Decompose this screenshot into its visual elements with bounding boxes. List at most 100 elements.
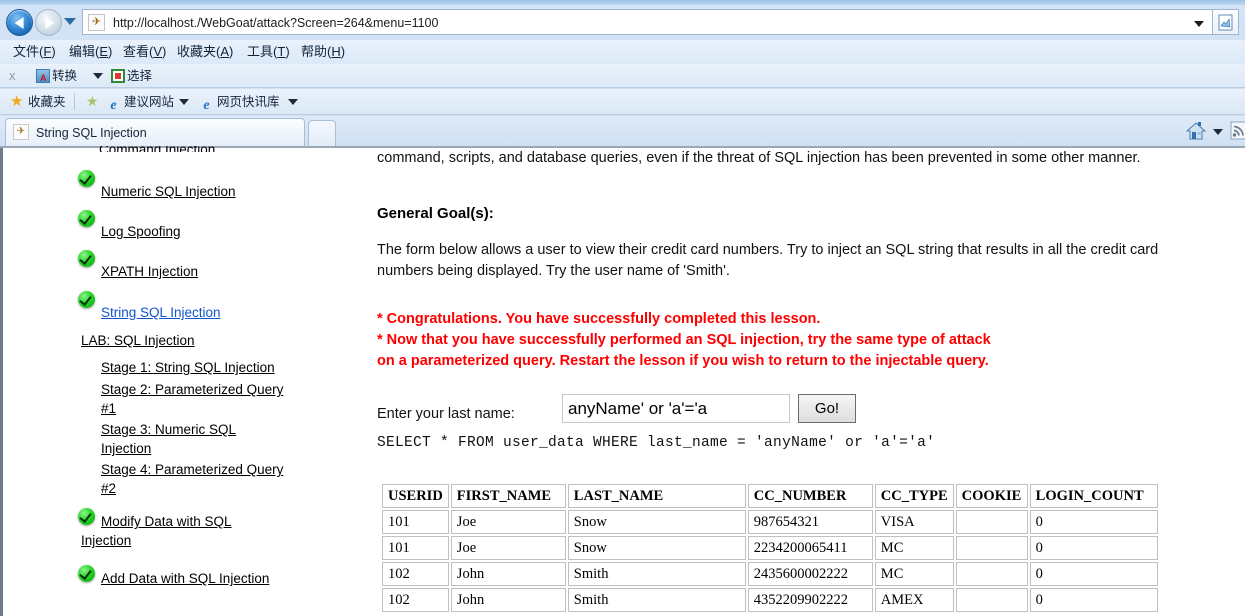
home-dropdown-caret-icon[interactable] [1213,129,1223,135]
address-bar-url[interactable]: http://localhost./WebGoat/attack?Screen=… [113,14,1172,32]
completed-check-icon-numeric-sql [78,170,95,187]
sidebar-item-log-spoofing[interactable]: Log Spoofing [101,222,181,241]
next-step-message-line2: on a parameterized query. Restart the le… [377,353,989,369]
last-name-input[interactable] [562,394,790,423]
menu-bar: 文件(F) 编辑(E) 查看(V) 收藏夹(A) 工具(T) 帮助(H) [0,40,1245,64]
add-to-favorites-icon[interactable]: ★ [86,94,99,109]
cell-first-name: John [450,588,566,612]
cell-userid: 101 [382,536,449,560]
browser-chrome: ✈ http://localhost./WebGoat/attack?Scree… [0,0,1245,146]
tab-string-sql-injection[interactable]: ✈ String SQL Injection [5,118,305,146]
cell-userid: 102 [382,562,449,586]
refresh-page-glyph [1218,14,1233,30]
lesson-intro-text: command, scripts, and database queries, … [377,150,1141,166]
address-bar[interactable]: ✈ http://localhost./WebGoat/attack?Scree… [82,9,1212,35]
column-header-cookie: COOKIE [955,484,1028,508]
cell-cc-number: 4352209902222 [747,588,873,612]
sidebar-item-command-injection[interactable]: Command Injection [99,146,233,152]
column-header-userid: USERID [382,484,449,508]
sidebar-item-xpath-injection[interactable]: XPATH Injection [101,262,198,281]
lesson-content: command, scripts, and database queries, … [372,148,1245,616]
favorites-item-web-slice-gallery[interactable]: e 网页快讯库 [199,93,279,113]
close-toolbar-button[interactable]: x [9,68,16,84]
completed-check-icon-string-sql [78,291,95,308]
cell-cc-type: MC [874,536,954,560]
web-slice-caret-icon[interactable] [288,99,298,105]
select-button[interactable]: 选择 [111,67,152,85]
sidebar-item-add-data-with-sql-injection[interactable]: Add Data with SQL Injection [81,569,279,588]
sidebar-item-numeric-sql-injection[interactable]: Numeric SQL Injection [101,182,236,201]
pdf-convert-icon [36,69,50,87]
url-dropdown-caret-icon[interactable] [1194,21,1204,27]
suggested-sites-caret-icon[interactable] [179,99,189,105]
sidebar-item-lab-sql-injection[interactable]: LAB: SQL Injection [81,331,195,350]
cell-last-name: Snow [567,536,746,560]
go-button[interactable]: Go! [798,394,856,423]
menu-item-file[interactable]: 文件(F) [10,43,59,61]
cell-cookie [955,562,1028,586]
cell-first-name: Joe [450,536,566,560]
select-grid-icon [111,69,125,83]
sidebar-item-modify-data-with-sql-injection[interactable]: Modify Data with SQL Injection [81,512,279,550]
forward-arrow-glyph [44,16,54,29]
cell-cookie [955,536,1028,560]
convert-button[interactable]: 转换 [36,67,77,87]
cell-first-name: John [450,562,566,586]
cell-login-count: 0 [1029,562,1158,586]
menu-item-favorites[interactable]: 收藏夹(A) [174,43,236,61]
home-icon[interactable] [1185,121,1207,141]
browser-window: ✈ http://localhost./WebGoat/attack?Scree… [0,0,1245,616]
completed-check-icon-xpath [78,250,95,267]
ie-logo-icon: e [110,98,117,113]
tab-favicon-icon: ✈ [13,124,29,140]
recent-pages-caret-icon[interactable] [64,18,76,25]
sidebar-item-string-sql-injection[interactable]: String SQL Injection [101,303,221,322]
table-row: 102 John Smith 2435600002222 MC 0 [382,562,1158,586]
forward-arrow-icon[interactable] [35,9,62,36]
cell-cc-number: 987654321 [747,510,873,534]
cell-login-count: 0 [1029,536,1158,560]
cell-cc-number: 2234200065411 [747,536,873,560]
table-row: 101 Joe Snow 2234200065411 MC 0 [382,536,1158,560]
menu-item-edit[interactable]: 编辑(E) [66,43,115,61]
rss-feed-icon[interactable] [1230,121,1245,140]
cell-userid: 102 [382,588,449,612]
lesson-navigation-sidebar: Command Injection Numeric SQL Injection … [0,146,372,616]
column-header-login-count: LOGIN_COUNT [1029,484,1158,508]
cell-cookie [955,510,1028,534]
menu-item-view[interactable]: 查看(V) [120,43,169,61]
general-goals-text: The form below allows a user to view the… [377,242,1159,279]
column-header-last-name: LAST_NAME [567,484,746,508]
cell-last-name: Smith [567,562,746,586]
next-step-message-line1: * Now that you have successfully perform… [377,332,991,348]
sidebar-item-stage-2[interactable]: Stage 2: Parameterized Query #1 [101,380,293,418]
sidebar-item-stage-4[interactable]: Stage 4: Parameterized Query #2 [101,460,293,498]
menu-item-help[interactable]: 帮助(H) [298,43,348,61]
new-tab-button[interactable] [308,120,336,146]
toolbar-divider [74,93,75,110]
sidebar-item-stage-3[interactable]: Stage 3: Numeric SQL Injection [101,420,251,458]
address-bar-row: ✈ http://localhost./WebGoat/attack?Scree… [0,5,1245,38]
favorites-item-suggested-sites[interactable]: e 建议网站 [106,93,174,113]
convert-dropdown-caret-icon[interactable] [93,73,103,79]
cell-cc-number: 2435600002222 [747,562,873,586]
back-arrow-icon[interactable] [6,9,33,36]
cell-cookie [955,588,1028,612]
general-goals-heading: General Goal(s): [377,205,494,222]
back-arrow-glyph [14,16,24,29]
last-name-label: Enter your last name: [377,406,515,422]
favorites-label[interactable]: 收藏夹 [28,93,66,111]
addon-toolbar: x 转换 选择 [0,64,1245,88]
cell-cc-type: VISA [874,510,954,534]
menu-item-tools[interactable]: 工具(T) [244,43,293,61]
cell-cc-type: MC [874,562,954,586]
table-row: 101 Joe Snow 987654321 VISA 0 [382,510,1158,534]
ie-logo-icon-2: e [203,98,210,113]
home-glyph [1185,122,1207,140]
table-header-row: USERID FIRST_NAME LAST_NAME CC_NUMBER CC… [382,484,1158,508]
refresh-icon[interactable] [1212,9,1239,35]
favorites-star-icon[interactable]: ★ [10,94,23,109]
tab-bar: ✈ String SQL Injection [0,116,1245,146]
sidebar-item-stage-1[interactable]: Stage 1: String SQL Injection [101,358,275,377]
page-viewport: Command Injection Numeric SQL Injection … [0,146,1245,616]
